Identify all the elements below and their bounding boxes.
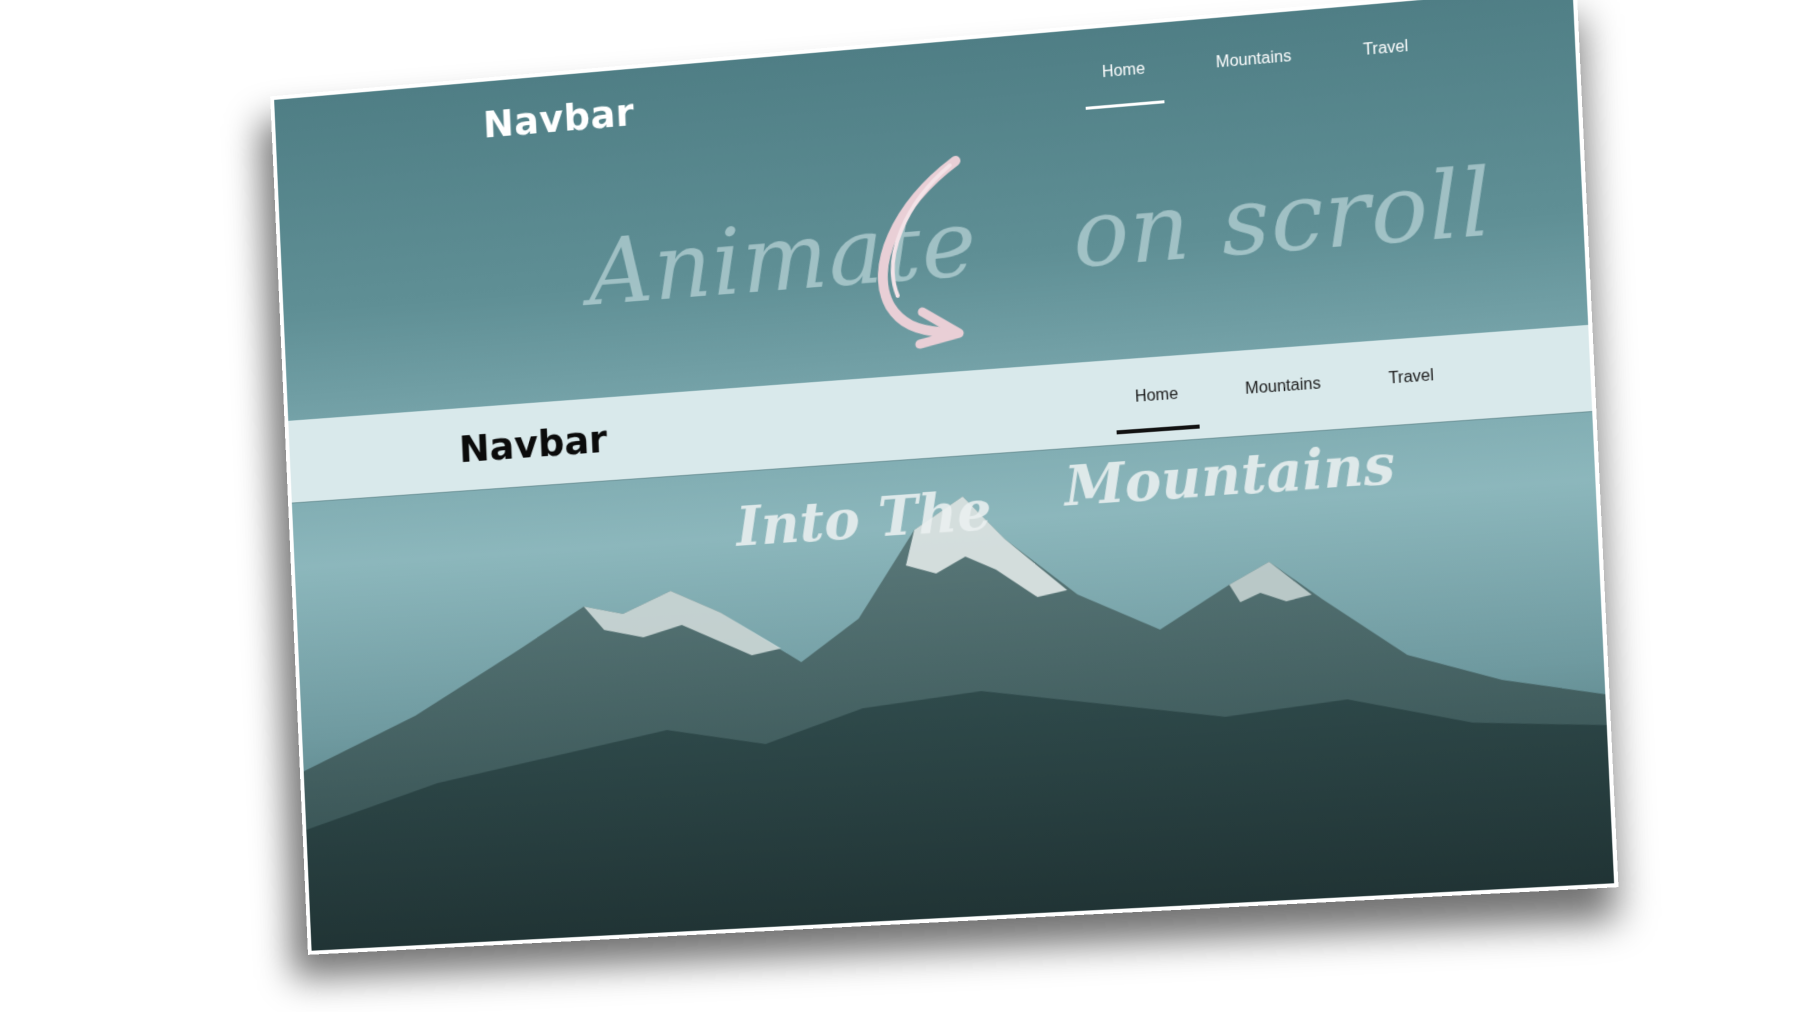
sticky-nav-link-travel[interactable]: Travel	[1388, 367, 1434, 389]
sticky-nav-link-home[interactable]: Home	[1135, 386, 1179, 407]
sticky-navbar-brand[interactable]: Navbar	[458, 417, 608, 471]
headline-right: on scroll	[1070, 147, 1495, 290]
brush-arrow-icon	[854, 148, 1002, 359]
nav-link-mountains[interactable]: Mountains	[1216, 48, 1293, 85]
nav-link-travel[interactable]: Travel	[1363, 38, 1410, 72]
nav-link-home[interactable]: Home	[1101, 60, 1145, 94]
presentation-stage: Navbar Home Mountains Travel Animate on s…	[0, 0, 1800, 1012]
sticky-nav-link-mountains[interactable]: Mountains	[1245, 375, 1321, 399]
navbar-brand[interactable]: Navbar	[482, 90, 635, 146]
web-page: Navbar Home Mountains Travel Animate on s…	[274, 0, 1615, 951]
sticky-navbar-links: Home Mountains Travel	[1135, 367, 1435, 407]
screenshot-card: Navbar Home Mountains Travel Animate on s…	[270, 0, 1619, 955]
navbar-links: Home Mountains Travel	[1101, 38, 1409, 94]
headline-text: Animate on scroll	[586, 148, 1494, 327]
